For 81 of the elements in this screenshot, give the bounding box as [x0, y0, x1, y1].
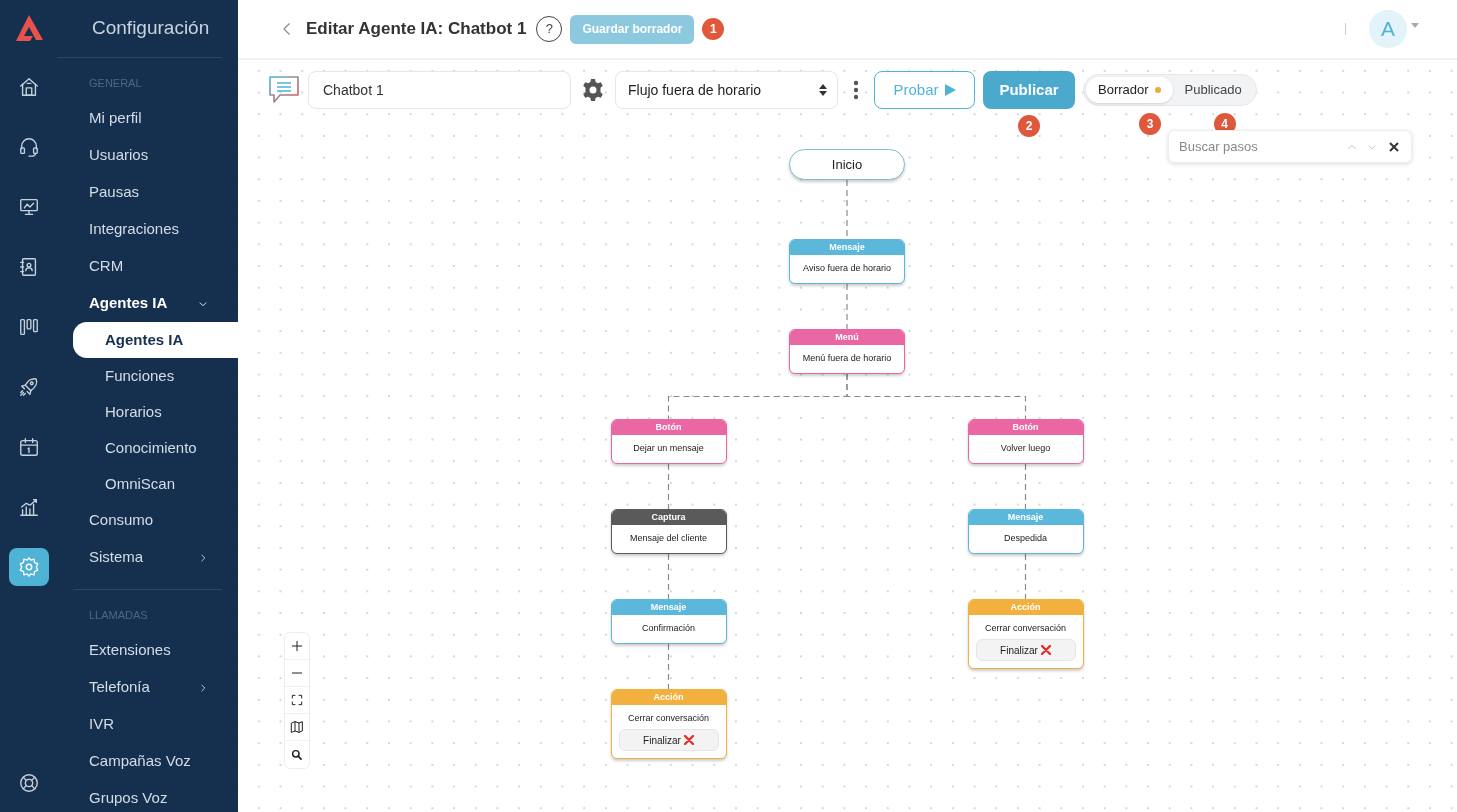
- monitor-icon: [17, 196, 40, 218]
- settings-icon[interactable]: [581, 78, 605, 102]
- version-tab[interactable]: Borrador: [1086, 77, 1173, 103]
- sidebar-item[interactable]: IVR: [57, 706, 238, 743]
- section-heading: LLAMADAS: [88, 608, 149, 623]
- version-tab[interactable]: Publicado: [1172, 77, 1254, 103]
- sidebar-item[interactable]: Consumo: [57, 502, 238, 539]
- node-type-label: Captura: [611, 510, 726, 525]
- sidebar-item[interactable]: Campañas Voz: [57, 743, 238, 780]
- node-type-label: Acción: [611, 690, 726, 705]
- calendar-icon: [17, 436, 40, 458]
- node-type-label: Botón: [968, 420, 1083, 435]
- search-field[interactable]: Buscar pasos: [1179, 136, 1337, 157]
- settings-nav-button[interactable]: [8, 548, 49, 586]
- node-type-label: Mensaje: [790, 240, 904, 255]
- start-node: Inicio: [789, 149, 905, 180]
- connector-line: [667, 553, 670, 600]
- connector-line: [1024, 553, 1027, 600]
- cross-icon: [683, 735, 694, 746]
- node-type-label: Mensaje: [968, 510, 1083, 525]
- node-label: Aviso fuera de horario: [803, 262, 891, 276]
- sidebar-item[interactable]: Pausas: [57, 174, 238, 211]
- headset-icon: [17, 136, 40, 158]
- lifebuoy-icon[interactable]: [17, 772, 40, 794]
- search-icon[interactable]: [290, 747, 304, 762]
- node-label: Despedida: [1004, 532, 1047, 546]
- sidebar-item[interactable]: Agentes IA: [73, 322, 238, 358]
- sidebar-item[interactable]: Conocimiento: [57, 430, 238, 466]
- node-label: Confirmación: [642, 622, 695, 636]
- home-icon: [17, 76, 40, 98]
- sidebar-item[interactable]: Sistema: [57, 539, 238, 576]
- sort-arrows-icon: [819, 84, 827, 96]
- kanban-icon: [17, 316, 40, 338]
- node-label: Cerrar conversación: [985, 621, 1066, 635]
- name-field[interactable]: Chatbot 1: [308, 71, 571, 109]
- section-heading: GENERAL: [88, 76, 143, 91]
- sidebar-item[interactable]: OmniScan: [57, 466, 238, 502]
- zoom-in-icon[interactable]: [289, 638, 305, 654]
- node-label: Menú fuera de horario: [802, 352, 892, 366]
- node-type-label: Acción: [968, 600, 1083, 615]
- sidebar-item[interactable]: CRM: [57, 248, 238, 285]
- connector-line: [846, 283, 848, 330]
- sidebar-item[interactable]: Agentes IA: [57, 285, 238, 322]
- node-label: Dejar un mensaje: [633, 442, 704, 456]
- finish-button[interactable]: Finalizar: [975, 639, 1076, 662]
- number-badge: 2: [1018, 115, 1040, 137]
- flow-select[interactable]: Flujo fuera de horario: [615, 71, 838, 109]
- sidebar-item[interactable]: Mi perfil: [57, 100, 238, 137]
- sidebar-item[interactable]: Horarios: [57, 394, 238, 430]
- sidebar-item[interactable]: Extensiones: [57, 632, 238, 669]
- rocket-icon: [17, 376, 40, 398]
- sidebar-item[interactable]: Telefonía: [57, 669, 238, 706]
- node-label: Mensaje del cliente: [629, 532, 707, 546]
- chart-icon: [17, 496, 40, 518]
- close-icon[interactable]: [1389, 141, 1399, 152]
- node-type-label: Botón: [611, 420, 726, 435]
- node-label: Cerrar conversación: [628, 711, 709, 725]
- node-label: Volver luego: [1000, 442, 1051, 456]
- node-type-label: Mensaje: [611, 600, 726, 615]
- sidebar-item[interactable]: Usuarios: [57, 137, 238, 174]
- search-box[interactable]: Buscar pasos: [1168, 130, 1412, 163]
- logo-icon[interactable]: [13, 14, 44, 42]
- finish-button[interactable]: Finalizar: [618, 729, 719, 752]
- sidebar-item[interactable]: Grupos Voz: [57, 780, 238, 812]
- connector-line: [667, 463, 670, 510]
- page-title: Editar Agente IA: Chatbot 1: [306, 18, 527, 41]
- play-icon: [944, 84, 956, 96]
- number-badge: 1: [702, 18, 725, 40]
- sidebar-item[interactable]: Integraciones: [57, 211, 238, 248]
- sidebar-title: Configuración: [57, 0, 222, 58]
- node-type-label: Menú: [790, 330, 904, 345]
- connector-line: [667, 643, 670, 690]
- sidebar-item[interactable]: Funciones: [57, 358, 238, 394]
- cross-icon: [1040, 645, 1051, 656]
- number-badge: 3: [1139, 113, 1161, 135]
- connector-line: [1024, 463, 1027, 510]
- chat-icon: [268, 75, 300, 105]
- settings-icon: [17, 556, 40, 578]
- more-icon[interactable]: [853, 80, 859, 100]
- map-icon[interactable]: [289, 719, 305, 735]
- fit-view-icon[interactable]: [289, 692, 305, 708]
